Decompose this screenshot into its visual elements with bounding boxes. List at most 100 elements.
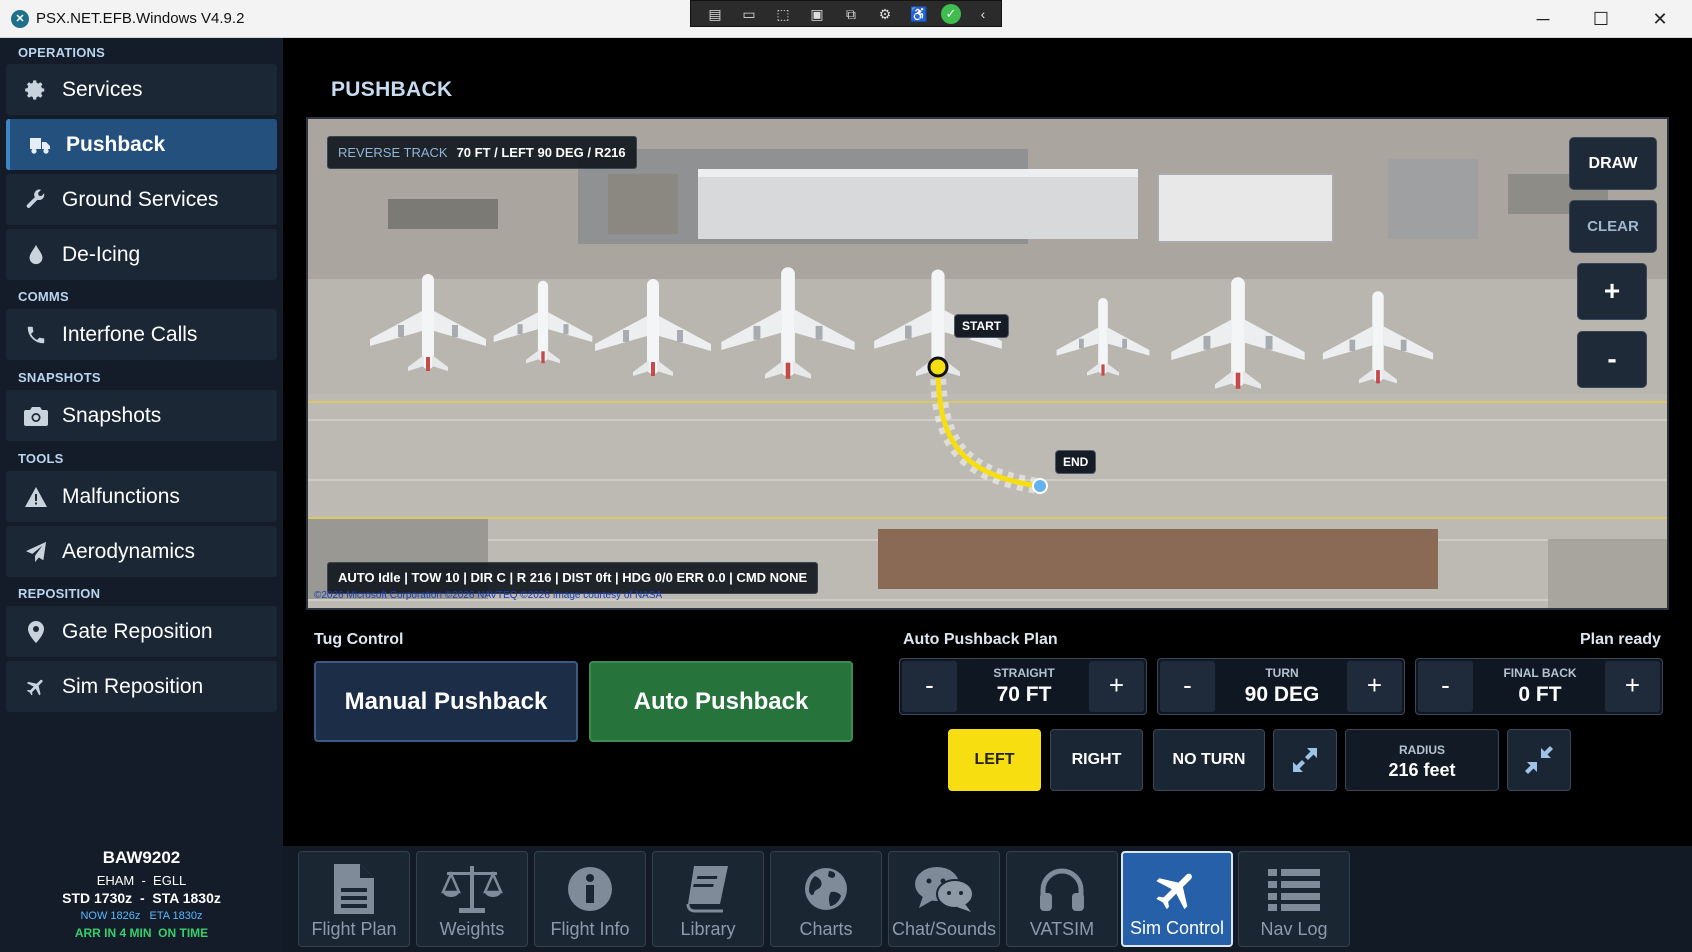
window-title: PSX.NET.EFB.Windows V4.9.2 — [36, 10, 245, 27]
nav-library[interactable]: Library — [652, 851, 764, 947]
sidebar-item-label: Snapshots — [62, 403, 162, 427]
final-back-decrease-button[interactable]: - — [1418, 661, 1473, 712]
nav-flight-info[interactable]: Flight Info — [534, 851, 646, 947]
pushback-map[interactable]: REVERSE TRACK 70 FT / LEFT 90 DEG / R216… — [306, 117, 1669, 610]
radius-value: 216 feet — [1388, 760, 1456, 780]
select-icon[interactable]: ⧉ — [839, 4, 863, 24]
nav-label: Flight Plan — [311, 919, 397, 939]
sidebar-item-label: Aerodynamics — [62, 539, 196, 563]
right-turn-button[interactable]: RIGHT — [1050, 729, 1143, 791]
radius-display: RADIUS 216 feet — [1345, 729, 1499, 791]
straight-increase-button[interactable]: + — [1089, 661, 1144, 712]
zoom-out-button[interactable]: - — [1577, 331, 1647, 388]
section-snapshots: SNAPSHOTS — [18, 370, 101, 385]
straight-caption: STRAIGHT — [993, 666, 1055, 680]
book-icon — [653, 860, 763, 918]
sidebar-item-label: Sim Reposition — [62, 674, 204, 698]
maximize-button[interactable]: ☐ — [1578, 6, 1624, 32]
section-comms: COMMS — [18, 289, 69, 304]
straight-value: 70 FT — [996, 683, 1052, 706]
zoom-in-button[interactable]: + — [1577, 263, 1647, 320]
camera-icon — [24, 404, 48, 428]
pointer-icon[interactable]: ⬚ — [771, 4, 795, 24]
minimize-button[interactable]: ─ — [1520, 6, 1566, 32]
window-titlebar: ✕ PSX.NET.EFB.Windows V4.9.2 ▤ ▭ ⬚ ▣ ⧉ ⚙… — [0, 0, 1692, 38]
accessibility-icon[interactable]: ♿ — [907, 4, 931, 24]
final-back-caption: FINAL BACK — [1503, 666, 1577, 680]
nav-label: Flight Info — [550, 919, 630, 939]
end-label: END — [1055, 450, 1097, 474]
region-icon[interactable]: ▣ — [805, 4, 829, 24]
info-icon — [535, 860, 645, 918]
straight-decrease-button[interactable]: - — [902, 661, 957, 712]
warning-icon — [24, 485, 48, 509]
plane-icon — [24, 675, 48, 699]
turn-value: 90 DEG — [1244, 683, 1320, 706]
close-button[interactable]: ✕ — [1637, 6, 1683, 32]
turn-increase-button[interactable]: + — [1347, 661, 1402, 712]
sidebar-item-sim-reposition[interactable]: Sim Reposition — [6, 661, 277, 712]
sidebar: OPERATIONS Services Pushback Ground Serv… — [0, 38, 283, 952]
arrival-status: ARR IN 4 MIN ON TIME — [74, 926, 209, 940]
manual-pushback-button[interactable]: Manual Pushback — [314, 661, 578, 742]
sidebar-item-interfone-calls[interactable]: Interfone Calls — [6, 309, 277, 360]
sidebar-item-label: Interfone Calls — [62, 322, 198, 346]
record-icon[interactable]: ▤ — [703, 4, 727, 24]
capture-toolbar: ▤ ▭ ⬚ ▣ ⧉ ⚙ ♿ ✓ ‹ — [690, 0, 1002, 27]
map-pin-icon — [24, 620, 48, 644]
schedule: STD 1730z - STA 1830z — [62, 890, 221, 906]
nav-chat-sounds[interactable]: Chat/Sounds — [888, 851, 1000, 947]
left-turn-button[interactable]: LEFT — [948, 729, 1041, 791]
tug-control-label: Tug Control — [314, 631, 404, 648]
nav-weights[interactable]: Weights — [416, 851, 528, 947]
sidebar-item-label: Services — [62, 77, 143, 101]
nav-charts[interactable]: Charts — [770, 851, 882, 947]
sidebar-item-label: Ground Services — [62, 187, 219, 211]
draw-button[interactable]: DRAW — [1569, 137, 1657, 190]
reverse-track-info: REVERSE TRACK 70 FT / LEFT 90 DEG / R216 — [327, 136, 637, 169]
settings-icon[interactable]: ⚙ — [873, 4, 897, 24]
auto-pushback-button[interactable]: Auto Pushback — [589, 661, 853, 742]
nav-sim-control[interactable]: Sim Control — [1121, 851, 1233, 947]
section-tools: TOOLS — [18, 451, 64, 466]
sidebar-item-pushback[interactable]: Pushback — [6, 119, 277, 170]
ok-icon[interactable]: ✓ — [941, 3, 961, 24]
nav-vatsim[interactable]: VATSIM — [1006, 851, 1118, 947]
reverse-track-value: 70 FT / LEFT 90 DEG / R216 — [456, 145, 626, 160]
headset-icon — [1007, 860, 1117, 918]
compress-radius-button[interactable] — [1507, 729, 1571, 791]
final-back-stepper: - FINAL BACK 0 FT + — [1415, 658, 1663, 715]
sidebar-item-malfunctions[interactable]: Malfunctions — [6, 471, 277, 522]
sidebar-item-label: De-Icing — [62, 242, 141, 266]
droplet-icon — [24, 243, 48, 267]
turn-decrease-button[interactable]: - — [1160, 661, 1215, 712]
clear-button[interactable]: CLEAR — [1569, 200, 1657, 253]
start-label: START — [954, 314, 1010, 338]
sidebar-item-de-icing[interactable]: De-Icing — [6, 229, 277, 280]
expand-radius-button[interactable] — [1273, 729, 1337, 791]
paper-plane-icon — [24, 540, 48, 564]
sidebar-item-services[interactable]: Services — [6, 64, 277, 115]
nav-label: Library — [680, 919, 736, 939]
nav-flight-plan[interactable]: Flight Plan — [298, 851, 410, 947]
straight-stepper: - STRAIGHT 70 FT + — [899, 658, 1147, 715]
route: EHAM - EGLL — [96, 873, 187, 888]
chevron-left-icon[interactable]: ‹ — [971, 4, 995, 24]
nav-nav-log[interactable]: Nav Log — [1238, 851, 1350, 947]
sidebar-item-ground-services[interactable]: Ground Services — [6, 174, 277, 225]
turn-stepper: - TURN 90 DEG + — [1157, 658, 1405, 715]
camera-icon[interactable]: ▭ — [737, 4, 761, 24]
satellite-image — [308, 119, 1667, 608]
phone-icon — [24, 323, 48, 347]
final-back-increase-button[interactable]: + — [1605, 661, 1660, 712]
radius-caption: RADIUS — [1398, 743, 1445, 757]
no-turn-button[interactable]: NO TURN — [1153, 729, 1265, 791]
sidebar-item-gate-reposition[interactable]: Gate Reposition — [6, 606, 277, 657]
expand-icon — [1293, 748, 1317, 772]
sidebar-item-aerodynamics[interactable]: Aerodynamics — [6, 526, 277, 577]
auto-plan-label: Auto Pushback Plan — [903, 631, 1058, 648]
sidebar-item-snapshots[interactable]: Snapshots — [6, 390, 277, 441]
sidebar-item-label: Malfunctions — [62, 484, 180, 508]
turn-caption: TURN — [1265, 666, 1299, 680]
scale-icon — [417, 860, 527, 918]
